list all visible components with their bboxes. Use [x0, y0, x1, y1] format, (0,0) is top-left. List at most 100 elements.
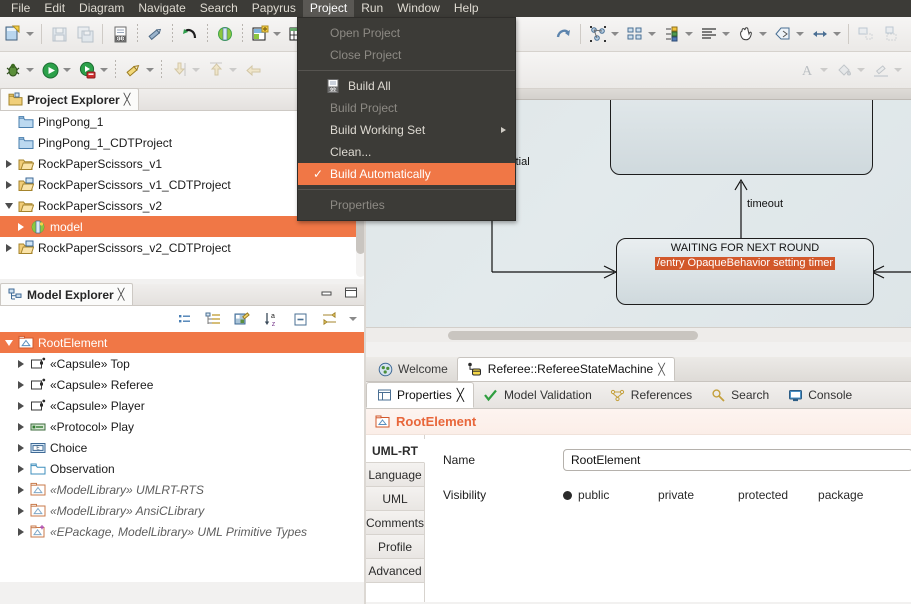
- link-with-editor-icon[interactable]: [202, 308, 224, 330]
- maximize-icon[interactable]: [340, 282, 362, 304]
- tree-row[interactable]: «EPackage, ModelLibrary» UML Primitive T…: [0, 521, 366, 542]
- menu-papyrus[interactable]: Papyrus: [245, 0, 303, 17]
- line-color-dropdown-arrow[interactable]: [892, 60, 903, 80]
- chevron-right-icon[interactable]: [16, 379, 26, 391]
- tree-row[interactable]: «Capsule» Player: [0, 395, 366, 416]
- menu-edit[interactable]: Edit: [37, 0, 72, 17]
- view-menu-icon[interactable]: [347, 309, 358, 329]
- menu-window[interactable]: Window: [390, 0, 447, 17]
- save-all-button[interactable]: [72, 17, 98, 51]
- fill-color-button[interactable]: [831, 52, 868, 88]
- name-input[interactable]: RootElement: [563, 449, 911, 471]
- chevron-right-icon[interactable]: [4, 179, 14, 191]
- chevron-right-icon[interactable]: [4, 158, 14, 170]
- menu-navigate[interactable]: Navigate: [131, 0, 192, 17]
- font-dropdown-arrow[interactable]: [818, 60, 829, 80]
- menu-help[interactable]: Help: [447, 0, 486, 17]
- close-icon[interactable]: ╳: [124, 93, 131, 106]
- new-wizard-button[interactable]: [0, 17, 37, 51]
- tree-row[interactable]: RootElement: [0, 332, 366, 353]
- align-nodes-dropdown-arrow[interactable]: [609, 24, 620, 44]
- tree-row[interactable]: RockPaperScissors_v2_CDTProject: [0, 237, 366, 258]
- menu-search[interactable]: Search: [193, 0, 245, 17]
- chevron-down-icon[interactable]: [4, 337, 14, 349]
- menu-run[interactable]: Run: [354, 0, 390, 17]
- import-button[interactable]: [166, 52, 203, 88]
- build-all-button[interactable]: 010: [107, 17, 133, 51]
- save-button[interactable]: [46, 17, 72, 51]
- radio-package[interactable]: package: [803, 488, 883, 502]
- undo-button[interactable]: [177, 17, 203, 51]
- chevron-right-icon[interactable]: [16, 400, 26, 412]
- tab-console[interactable]: Console: [778, 382, 861, 408]
- chevron-right-icon[interactable]: [16, 526, 26, 538]
- zoom-fit-dropdown-arrow[interactable]: [794, 24, 805, 44]
- menu-file[interactable]: File: [4, 0, 37, 17]
- close-icon[interactable]: ╳: [118, 288, 125, 301]
- external-tools-button[interactable]: [74, 52, 111, 88]
- show-hide-compartment-button[interactable]: [853, 17, 879, 51]
- close-icon[interactable]: ╳: [457, 388, 464, 402]
- new-diagram-icon[interactable]: [231, 308, 253, 330]
- papyrus-model-button[interactable]: [212, 17, 238, 51]
- edit-pencil-button[interactable]: [142, 17, 168, 51]
- redo-button[interactable]: [550, 17, 576, 51]
- export-dropdown-arrow[interactable]: [227, 60, 238, 80]
- side-tab-advanced[interactable]: Advanced: [366, 559, 426, 583]
- chevron-right-icon[interactable]: [4, 242, 14, 254]
- menu-item-clean[interactable]: Clean...: [298, 141, 515, 163]
- waiting-for-next-round-state[interactable]: WAITING FOR NEXT ROUND /entry OpaqueBeha…: [616, 238, 874, 305]
- tab-referee-state-machine[interactable]: Referee::RefereeStateMachine ╳: [456, 357, 675, 381]
- chevron-right-icon[interactable]: [16, 505, 26, 517]
- marker-button[interactable]: [120, 52, 157, 88]
- menu-item-close-project[interactable]: Close Project: [298, 44, 515, 66]
- diagram-horizontal-scrollbar[interactable]: [366, 327, 911, 342]
- line-color-button[interactable]: [868, 52, 905, 88]
- align-nodes-button[interactable]: [585, 17, 622, 51]
- menu-project[interactable]: Project: [302, 0, 355, 17]
- run-dropdown-arrow[interactable]: [61, 60, 72, 80]
- show-properties-view-icon[interactable]: [173, 308, 195, 330]
- new-wizard-dropdown-arrow[interactable]: [24, 24, 35, 44]
- chevron-right-icon[interactable]: [16, 463, 26, 475]
- show-hide-contents-button[interactable]: [879, 17, 905, 51]
- run-button[interactable]: [37, 52, 74, 88]
- project-dropdown-menu[interactable]: Open Project Close Project 010 Build All…: [297, 17, 516, 221]
- distribute-button[interactable]: [659, 17, 696, 51]
- text-align-dropdown-arrow[interactable]: [720, 24, 731, 44]
- menu-diagram[interactable]: Diagram: [72, 0, 131, 17]
- select-hand-button[interactable]: [733, 17, 770, 51]
- chevron-right-icon[interactable]: [16, 221, 26, 233]
- tree-row[interactable]: Observation: [0, 458, 366, 479]
- new-uml-model-button[interactable]: [247, 17, 284, 51]
- resize-dropdown-arrow[interactable]: [831, 24, 842, 44]
- tab-properties[interactable]: Properties ╳: [366, 382, 474, 408]
- back-nav-button[interactable]: [240, 52, 266, 88]
- font-button[interactable]: A: [794, 52, 831, 88]
- model-explorer-tree[interactable]: RootElement «Capsule» Top «Capsule» Refere…: [0, 332, 366, 582]
- radio-private[interactable]: private: [643, 488, 723, 502]
- tree-row[interactable]: «Capsule» Referee: [0, 374, 366, 395]
- fill-color-dropdown-arrow[interactable]: [855, 60, 866, 80]
- chevron-right-icon[interactable]: [16, 421, 26, 433]
- tab-project-explorer[interactable]: Project Explorer ╳: [0, 88, 140, 110]
- arrange-button[interactable]: [622, 17, 659, 51]
- radio-public[interactable]: public: [563, 488, 643, 502]
- chevron-right-icon[interactable]: [16, 358, 26, 370]
- chevron-down-icon[interactable]: [4, 200, 14, 212]
- menu-item-build-project[interactable]: Build Project: [298, 97, 515, 119]
- side-tab-language[interactable]: Language: [366, 463, 426, 487]
- tree-row[interactable]: E Choice: [0, 437, 366, 458]
- link-selection-icon[interactable]: [318, 308, 340, 330]
- text-align-button[interactable]: [696, 17, 733, 51]
- collapse-all-icon[interactable]: [289, 308, 311, 330]
- chevron-right-icon[interactable]: [16, 484, 26, 496]
- tab-model-validation[interactable]: Model Validation: [474, 382, 601, 408]
- select-hand-dropdown-arrow[interactable]: [757, 24, 768, 44]
- tab-welcome[interactable]: Welcome: [368, 357, 457, 381]
- minimize-icon[interactable]: [316, 282, 338, 304]
- menu-item-build-all[interactable]: 010 Build All: [298, 75, 515, 97]
- import-dropdown-arrow[interactable]: [190, 60, 201, 80]
- zoom-fit-button[interactable]: [770, 17, 807, 51]
- tree-row[interactable]: «ModelLibrary» AnsiCLibrary: [0, 500, 366, 521]
